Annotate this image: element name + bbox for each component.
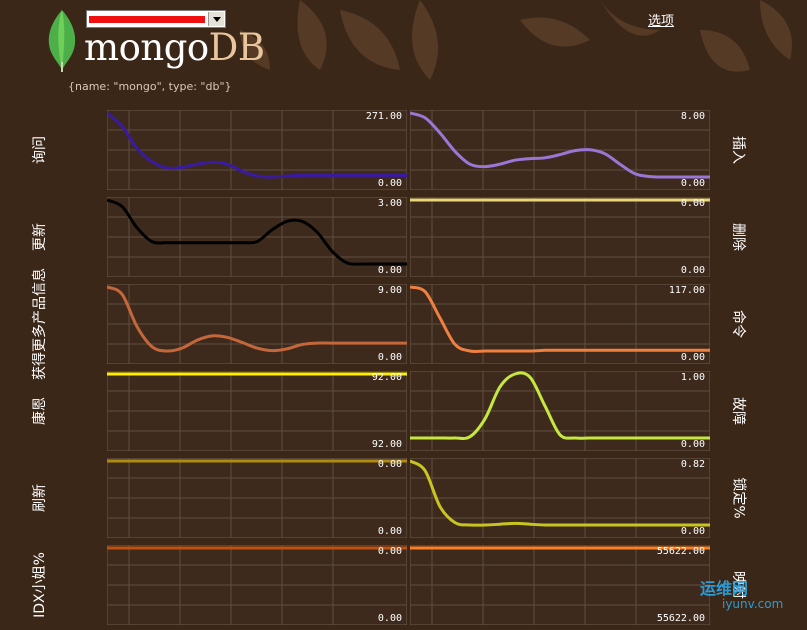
chart-max-label: 1.00 (680, 372, 705, 383)
chart-max-label: 55622.00 (656, 546, 705, 557)
chart-min-label: 0.00 (680, 526, 705, 537)
chart-max-label: 0.82 (680, 459, 705, 470)
chart-label-fault: 故障 (730, 397, 746, 425)
db-tagline: {name: "mongo", type: "db"} (68, 80, 232, 93)
chart-min-label: 0.00 (680, 439, 705, 450)
server-select-value (89, 12, 205, 26)
watermark-brand: 运维网 (700, 579, 749, 598)
chart-max-label: 9.00 (377, 285, 402, 296)
chart-min-label: 0.00 (377, 178, 402, 189)
mongodb-leaf-icon (48, 10, 76, 72)
chart-min-label: 0.00 (680, 352, 705, 363)
chart-min-label: 0.00 (680, 265, 705, 276)
chart-max-label: 0.00 (377, 459, 402, 470)
chevron-down-icon[interactable] (208, 12, 224, 26)
chart-max-label: 0.00 (680, 198, 705, 209)
chart-min-label: 0.00 (377, 526, 402, 537)
chart-label-flush: 刷新 (32, 484, 48, 512)
chart-max-label: 117.00 (668, 285, 705, 296)
chart-min-label: 92.00 (371, 439, 402, 450)
chart-min-label: 0.00 (680, 178, 705, 189)
chart-max-label: 3.00 (377, 198, 402, 209)
logo-db-text: DB (208, 26, 265, 69)
logo-mongo-text: mongo (84, 26, 209, 69)
chart-label-idxmiss: IDX小姐% (32, 552, 48, 618)
chart-label-command: 命令 (730, 310, 746, 338)
mongodb-logo: mongoDB (84, 26, 265, 70)
chart-label-update: 更新 (32, 223, 48, 251)
chart-max-label: 8.00 (680, 111, 705, 122)
chart-min-label: 0.00 (377, 265, 402, 276)
chart-label-lock: 锁定% (730, 477, 746, 519)
chart-label-getmore: 获得更多产品信息 (32, 268, 48, 380)
chart-min-label: 0.00 (377, 613, 402, 624)
options-link[interactable]: 选项 (648, 10, 674, 29)
watermark-site: iyunv.com (722, 597, 784, 611)
chart-max-label: 271.00 (365, 111, 402, 122)
chart-max-label: 0.00 (377, 546, 402, 557)
chart-min-label: 0.00 (377, 352, 402, 363)
chart-max-label: 92.00 (371, 372, 402, 383)
chart-min-label: 55622.00 (656, 613, 705, 624)
chart-label-conn: 康恩 (32, 397, 48, 425)
chart-label-insert: 插入 (730, 136, 746, 164)
watermark: 运维网 iyunv.com (700, 575, 783, 611)
chart-label-query: 询问 (32, 136, 48, 164)
chart-label-delete: 删除 (730, 223, 746, 251)
